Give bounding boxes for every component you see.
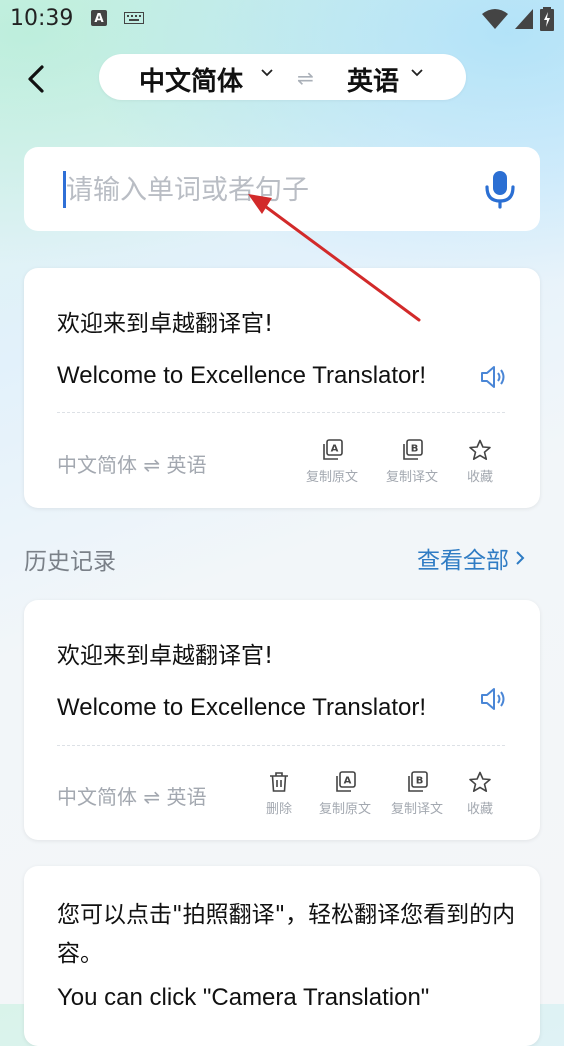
favorite-button[interactable]: 收藏: [440, 439, 520, 485]
translate-input[interactable]: [64, 167, 468, 213]
chevron-down-icon[interactable]: [261, 68, 273, 78]
language-selector: 中文简体 ⇌ 英语: [99, 54, 466, 100]
history-translated-text: You can click "Camera Translation": [57, 984, 430, 1011]
copy-source-button[interactable]: A 复制原文: [292, 439, 372, 485]
favorite-button[interactable]: 收藏: [440, 771, 520, 817]
card-divider: [57, 412, 505, 413]
status-time: 10:39: [10, 6, 74, 31]
microphone-icon[interactable]: [480, 169, 520, 209]
svg-text:B: B: [411, 444, 419, 455]
signal-icon: [515, 9, 533, 29]
language-pair: 中文简体 ⇌ 英语: [57, 785, 207, 809]
history-source-text: 欢迎来到卓越翻译官!: [57, 643, 274, 669]
history-title: 历史记录: [24, 549, 116, 575]
copy-source-button[interactable]: A 复制原文: [305, 771, 385, 817]
back-arrow-icon[interactable]: [22, 62, 52, 96]
source-language-button[interactable]: 中文简体: [139, 61, 243, 98]
chevron-right-icon: [516, 551, 525, 565]
chevron-down-icon[interactable]: [411, 68, 423, 78]
translation-result-card: 欢迎来到卓越翻译官! Welcome to Excellence Transla…: [24, 268, 540, 508]
speaker-icon[interactable]: [479, 686, 507, 712]
source-text: 欢迎来到卓越翻译官!: [57, 311, 274, 337]
favorite-label: 收藏: [466, 470, 493, 485]
star-icon: [469, 771, 491, 792]
copy-source-icon: A: [336, 771, 356, 792]
status-bar: 10:39 A: [0, 0, 564, 38]
history-item[interactable]: 欢迎来到卓越翻译官! Welcome to Excellence Transla…: [24, 600, 540, 840]
keyboard-icon: [124, 12, 144, 24]
text-input-card: [24, 147, 540, 231]
svg-text:A: A: [344, 776, 352, 787]
history-source-text: 您可以点击"拍照翻译"，轻松翻译您看到的内容。: [57, 902, 516, 967]
favorite-label: 收藏: [466, 802, 493, 817]
copy-translation-icon: B: [408, 771, 428, 792]
battery-icon: [540, 7, 554, 31]
swap-icon[interactable]: ⇌: [297, 66, 314, 90]
history-item[interactable]: 您可以点击"拍照翻译"，轻松翻译您看到的内容。 You can click "C…: [24, 866, 540, 1046]
copy-source-icon: A: [323, 439, 343, 460]
language-pair: 中文简体 ⇌ 英语: [57, 453, 207, 477]
trash-icon: [270, 772, 288, 792]
translated-text: Welcome to Excellence Translator!: [57, 362, 427, 389]
wifi-icon: [482, 9, 508, 29]
copy-translation-icon: B: [403, 439, 423, 460]
speaker-icon[interactable]: [479, 364, 507, 390]
svg-text:B: B: [416, 776, 424, 787]
accessibility-a-icon: A: [91, 10, 107, 26]
view-all-link[interactable]: 查看全部: [417, 541, 525, 575]
target-language-button[interactable]: 英语: [347, 61, 399, 98]
history-translated-text: Welcome to Excellence Translator!: [57, 694, 427, 721]
star-icon: [469, 439, 491, 460]
card-divider: [57, 745, 505, 746]
svg-text:A: A: [331, 444, 339, 455]
status-right: [482, 7, 554, 31]
view-all-label: 查看全部: [417, 548, 509, 574]
copy-source-label: 复制原文: [318, 802, 371, 817]
copy-source-label: 复制原文: [305, 470, 358, 485]
